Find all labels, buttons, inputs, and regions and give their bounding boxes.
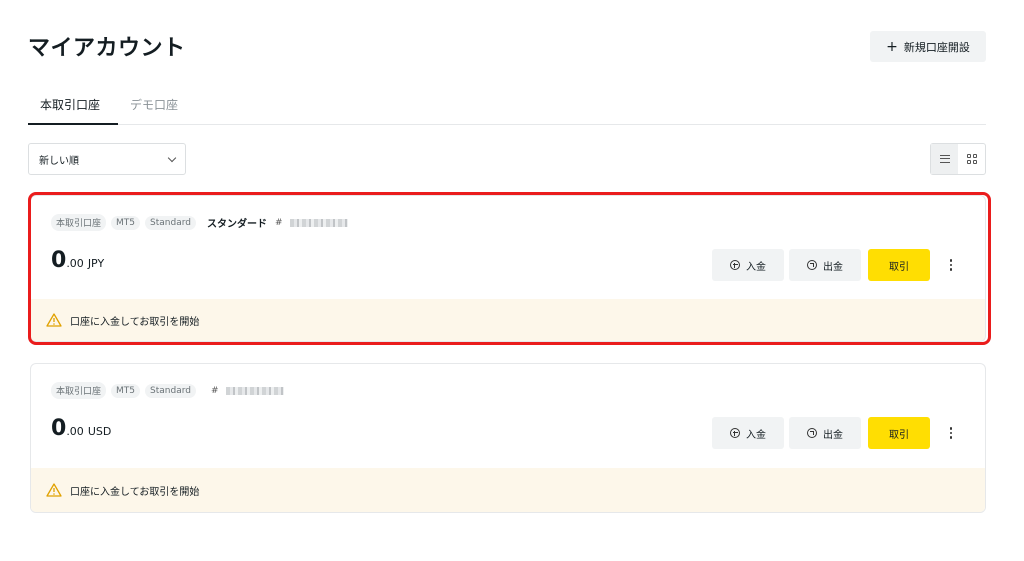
account-class-chip: Standard — [145, 215, 196, 230]
withdraw-button[interactable]: 出金 — [789, 249, 861, 281]
deposit-icon — [730, 428, 740, 438]
warning-icon — [46, 313, 62, 327]
platform-chip: MT5 — [111, 215, 141, 230]
sort-select[interactable]: 新しい順 — [28, 143, 186, 175]
chevron-down-icon — [167, 153, 177, 162]
grid-view-icon — [966, 154, 977, 164]
account-actions: 入金 出金 取引 — [712, 417, 966, 449]
account-card: 本取引口座 MT5 Standard # 0 .00 USD 入金 出金 取引 … — [30, 363, 986, 513]
warning-icon — [46, 483, 62, 497]
account-balance: 0 .00 JPY — [51, 248, 104, 273]
account-number-redacted — [225, 386, 284, 395]
more-icon[interactable] — [936, 249, 966, 281]
balance-decimal: .00 — [66, 257, 84, 270]
trade-button[interactable]: 取引 — [868, 417, 930, 449]
balance-integer: 0 — [51, 416, 67, 441]
account-number-redacted — [289, 218, 348, 227]
account-type-chip: 本取引口座 — [51, 382, 107, 399]
account-type-chip: 本取引口座 — [51, 214, 107, 231]
deposit-notice: 口座に入金してお取引を開始 — [31, 468, 985, 512]
more-icon[interactable] — [936, 417, 966, 449]
tab-demo-account[interactable]: デモ口座 — [118, 96, 190, 125]
balance-currency: USD — [87, 425, 112, 438]
withdraw-label: 出金 — [823, 261, 843, 273]
deposit-button[interactable]: 入金 — [712, 417, 784, 449]
list-view-icon — [939, 155, 950, 163]
new-account-label: 新規口座開設 — [903, 40, 970, 54]
balance-decimal: .00 — [66, 425, 84, 438]
withdraw-icon — [807, 260, 817, 270]
new-account-button[interactable]: + 新規口座開設 — [870, 31, 986, 62]
page-title: マイアカウント — [28, 36, 186, 61]
view-toggle — [930, 143, 986, 175]
account-card: 本取引口座 MT5 Standard スタンダード # 0 .00 JPY 入金… — [30, 195, 986, 342]
account-hash: # — [210, 385, 219, 396]
withdraw-button[interactable]: 出金 — [789, 417, 861, 449]
deposit-button[interactable]: 入金 — [712, 249, 784, 281]
account-balance: 0 .00 USD — [51, 416, 111, 441]
list-view-button[interactable] — [931, 144, 958, 174]
account-card-header: 本取引口座 MT5 Standard スタンダード # — [51, 214, 348, 231]
account-card-header: 本取引口座 MT5 Standard # — [51, 382, 284, 399]
deposit-label: 入金 — [746, 429, 766, 441]
deposit-icon — [730, 260, 740, 270]
account-hash: # — [274, 217, 283, 228]
deposit-label: 入金 — [746, 261, 766, 273]
sort-select-value: 新しい順 — [39, 155, 79, 167]
account-tabs: 本取引口座 デモ口座 — [28, 90, 986, 125]
deposit-notice-text: 口座に入金してお取引を開始 — [70, 316, 200, 328]
trade-button[interactable]: 取引 — [868, 249, 930, 281]
tab-real-account[interactable]: 本取引口座 — [28, 96, 118, 125]
withdraw-icon — [807, 428, 817, 438]
plus-icon: + — [886, 38, 898, 55]
withdraw-label: 出金 — [823, 429, 843, 441]
grid-view-button[interactable] — [958, 144, 985, 174]
balance-currency: JPY — [87, 257, 105, 270]
account-actions: 入金 出金 取引 — [712, 249, 966, 281]
account-class-chip: Standard — [145, 383, 196, 398]
deposit-notice: 口座に入金してお取引を開始 — [31, 299, 985, 341]
deposit-notice-text: 口座に入金してお取引を開始 — [70, 486, 200, 498]
account-name: スタンダード — [206, 219, 267, 230]
balance-integer: 0 — [51, 248, 67, 273]
platform-chip: MT5 — [111, 383, 141, 398]
